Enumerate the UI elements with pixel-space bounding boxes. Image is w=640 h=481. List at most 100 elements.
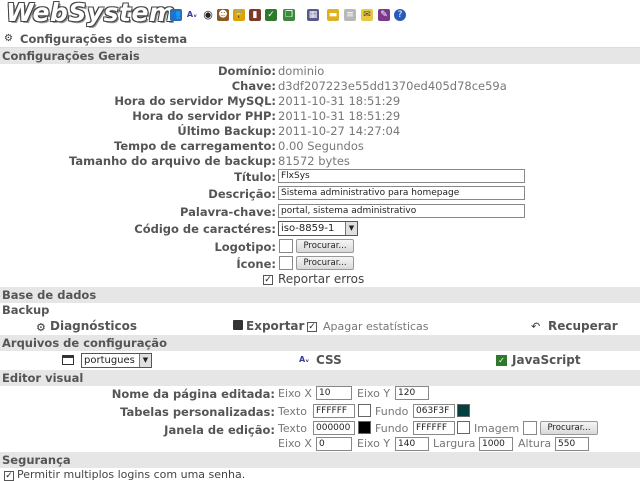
windows-icon[interactable]: ❐ (283, 9, 295, 21)
top-bar: WebSystem 👥 Aᵥ ◉ ☻ 🔒 ▮ ✓ ❐ ▦ ▬ ≡ ✉ ✎ ? (0, 0, 640, 30)
domain-label: Domínio: (218, 64, 276, 78)
section-general-heading: Configurações Gerais (2, 49, 140, 63)
last-backup-label: Último Backup: (177, 124, 276, 138)
section-security: Segurança (0, 452, 640, 468)
people-icon[interactable]: ☻ (217, 9, 229, 21)
books-icon[interactable]: ▮ (249, 9, 261, 21)
php-time-value: 2011-10-31 18:51:29 (278, 109, 401, 123)
icon-browse-button[interactable]: Procurar... (296, 256, 354, 270)
win-height-input[interactable]: 550 (555, 437, 589, 451)
restore-link[interactable]: Recuperar (548, 319, 618, 333)
image-file-field[interactable] (523, 421, 537, 435)
export-link[interactable]: Exportar (246, 319, 304, 333)
win-width-label: Largura (433, 437, 476, 450)
language-select[interactable]: portugues ▼ (81, 353, 152, 368)
section-database: Base de dados (0, 287, 640, 303)
keyword-label: Palavra-chave: (180, 205, 276, 219)
backup-label: Backup (2, 303, 50, 317)
win-text-label: Texto (278, 422, 307, 435)
section-general: Configurações Gerais (0, 48, 640, 64)
report-errors-label: Reportar erros (278, 272, 365, 286)
language-value: portugues (84, 355, 135, 366)
notes-icon[interactable]: ≡ (344, 9, 356, 21)
target-icon[interactable]: ◉ (202, 9, 214, 21)
multi-login-label: Permitir multiplos logins com uma senha. (17, 468, 246, 481)
save-icon[interactable] (233, 320, 243, 330)
win-text-swatch[interactable] (358, 421, 371, 434)
clear-stats-label: Apagar estatísticas (323, 320, 429, 333)
page-x-input[interactable]: 10 (316, 386, 352, 400)
help-icon[interactable]: ? (394, 9, 406, 21)
logo-browse-button[interactable]: Procurar... (296, 239, 354, 253)
tables-text-swatch[interactable] (358, 404, 371, 417)
diagnostics-icon[interactable]: ⚙ (36, 321, 46, 334)
logo-label: Logotipo: (214, 240, 276, 254)
spell-icon[interactable]: Aᵥ (186, 9, 198, 21)
settings-icon: ⚙ (4, 33, 13, 44)
undo-icon[interactable]: ↶ (531, 320, 540, 333)
icon-label: Ícone: (236, 257, 276, 271)
javascript-link[interactable]: JavaScript (512, 353, 581, 367)
description-input[interactable]: Sistema administrativo para homepage (278, 186, 525, 200)
css-icon[interactable]: Aᵥ (299, 355, 309, 364)
section-visual-editor: Editor visual (0, 370, 640, 386)
charset-select[interactable]: iso-8859-1 ▼ (278, 221, 358, 236)
tables-text-label: Texto (278, 405, 307, 418)
section-config-files: Arquivos de configuração (0, 335, 640, 351)
load-time-label: Tempo de carregamento: (114, 139, 276, 153)
win-x-input[interactable]: 0 (316, 437, 352, 451)
tables-bg-label: Fundo (375, 405, 409, 418)
folder-icon[interactable]: ▬ (327, 9, 339, 21)
css-link[interactable]: CSS (316, 353, 342, 367)
chevron-down-icon[interactable]: ▼ (139, 354, 151, 367)
win-width-input[interactable]: 1000 (479, 437, 513, 451)
clear-stats-checkbox[interactable]: ✓ (307, 322, 317, 332)
page-name-label: Nome da página editada: (111, 387, 275, 401)
lock-icon[interactable]: 🔒 (233, 9, 245, 21)
win-bg-color-input[interactable]: FFFFFF (413, 421, 455, 435)
title-input[interactable]: FlxSys (278, 169, 525, 183)
image-label: Imagem (474, 422, 520, 435)
section-database-heading: Base de dados (2, 288, 97, 302)
mysql-time-label: Hora do servidor MySQL: (114, 94, 276, 108)
php-time-label: Hora do servidor PHP: (132, 109, 276, 123)
window-icon (62, 355, 74, 365)
win-height-label: Altura (518, 437, 552, 450)
description-label: Descrição: (208, 187, 276, 201)
report-errors-checkbox[interactable]: ✓ (263, 275, 273, 285)
domain-value: dominio (278, 64, 325, 78)
keyword-input[interactable]: portal, sistema administrativo (278, 204, 525, 218)
icon-file-field[interactable] (279, 256, 293, 270)
tables-bg-swatch[interactable] (457, 404, 470, 417)
logo-file-field[interactable] (279, 239, 293, 253)
charset-label: Código de caractéres: (134, 222, 276, 236)
table-icon[interactable]: ▦ (307, 9, 319, 21)
image-browse-button[interactable]: Procurar... (540, 421, 598, 435)
charset-value: iso-8859-1 (281, 223, 335, 234)
win-y-input[interactable]: 140 (395, 437, 429, 451)
page-title-bar: ⚙ Configurações do sistema (0, 31, 640, 48)
checklist-icon[interactable]: ✓ (496, 355, 507, 366)
checklist-icon[interactable]: ✓ (265, 9, 277, 21)
page-y-input[interactable]: 120 (395, 386, 429, 400)
diagnostics-link[interactable]: Diagnósticos (50, 319, 137, 333)
win-x-label: Eixo X (278, 437, 312, 450)
win-bg-label: Fundo (375, 422, 409, 435)
backup-size-label: Tamanho do arquivo de backup: (69, 154, 276, 168)
tables-bg-color-input[interactable]: 063F3F (413, 404, 455, 418)
mail-icon[interactable]: ✉ (361, 9, 373, 21)
tables-text-color-input[interactable]: FFFFFF (313, 404, 355, 418)
section-visual-editor-heading: Editor visual (2, 371, 84, 385)
app-logo[interactable]: WebSystem (6, 0, 175, 27)
edit-icon[interactable]: ✎ (378, 9, 390, 21)
chevron-down-icon[interactable]: ▼ (345, 222, 357, 235)
page-title: Configurações do sistema (20, 32, 188, 46)
backup-size-value: 81572 bytes (278, 154, 350, 168)
title-label: Título: (234, 170, 276, 184)
win-y-label: Eixo Y (357, 437, 391, 450)
win-bg-swatch[interactable] (457, 421, 470, 434)
users-icon[interactable]: 👥 (170, 9, 182, 21)
key-label: Chave: (231, 79, 276, 93)
win-text-color-input[interactable]: 000000 (313, 421, 355, 435)
edit-window-label: Janela de edição: (164, 423, 275, 437)
